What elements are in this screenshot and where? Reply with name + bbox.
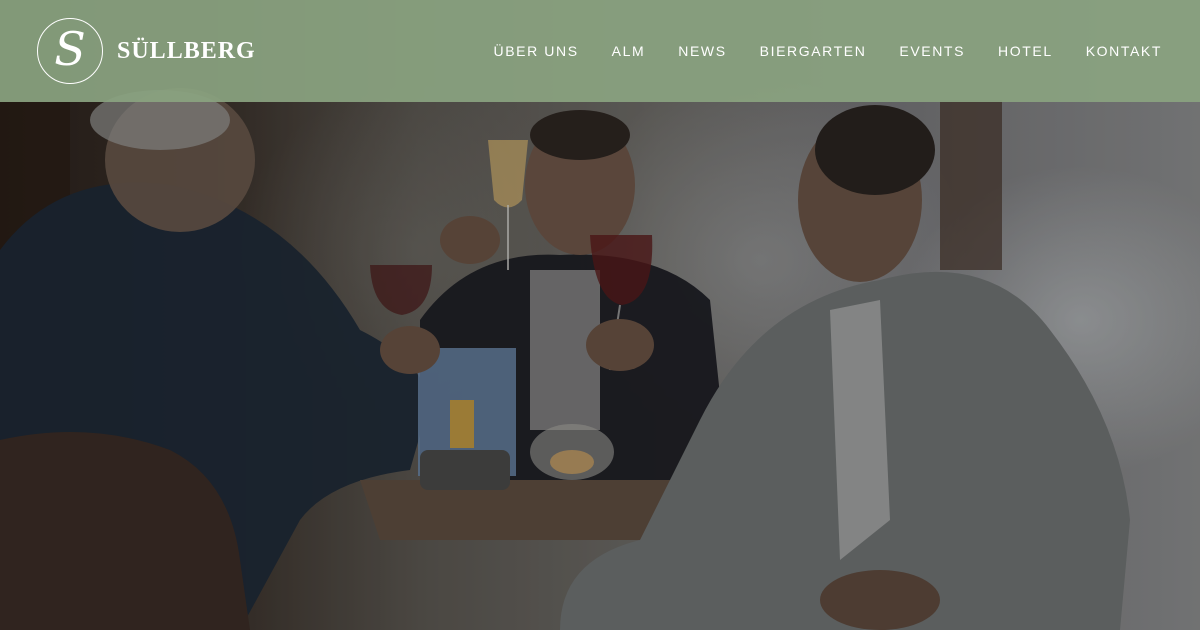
logo-monogram-letter: S (54, 22, 86, 76)
nav-item-alm[interactable]: ALM (612, 43, 646, 59)
nav-item-events[interactable]: EVENTS (899, 43, 965, 59)
brand-name: SÜLLBERG (117, 37, 256, 64)
site-header: S SÜLLBERG ÜBER UNS ALM NEWS BIERGARTEN … (0, 0, 1200, 102)
nav-item-ueber-uns[interactable]: ÜBER UNS (493, 43, 578, 59)
logo-monogram-icon: S (37, 18, 103, 84)
nav-item-hotel[interactable]: HOTEL (998, 43, 1053, 59)
nav-item-news[interactable]: NEWS (678, 43, 726, 59)
page: S SÜLLBERG ÜBER UNS ALM NEWS BIERGARTEN … (0, 0, 1200, 630)
main-nav: ÜBER UNS ALM NEWS BIERGARTEN EVENTS HOTE… (493, 43, 1162, 59)
nav-item-biergarten[interactable]: BIERGARTEN (760, 43, 867, 59)
nav-item-kontakt[interactable]: KONTAKT (1086, 43, 1162, 59)
brand-logo-link[interactable]: S SÜLLBERG (37, 18, 256, 84)
